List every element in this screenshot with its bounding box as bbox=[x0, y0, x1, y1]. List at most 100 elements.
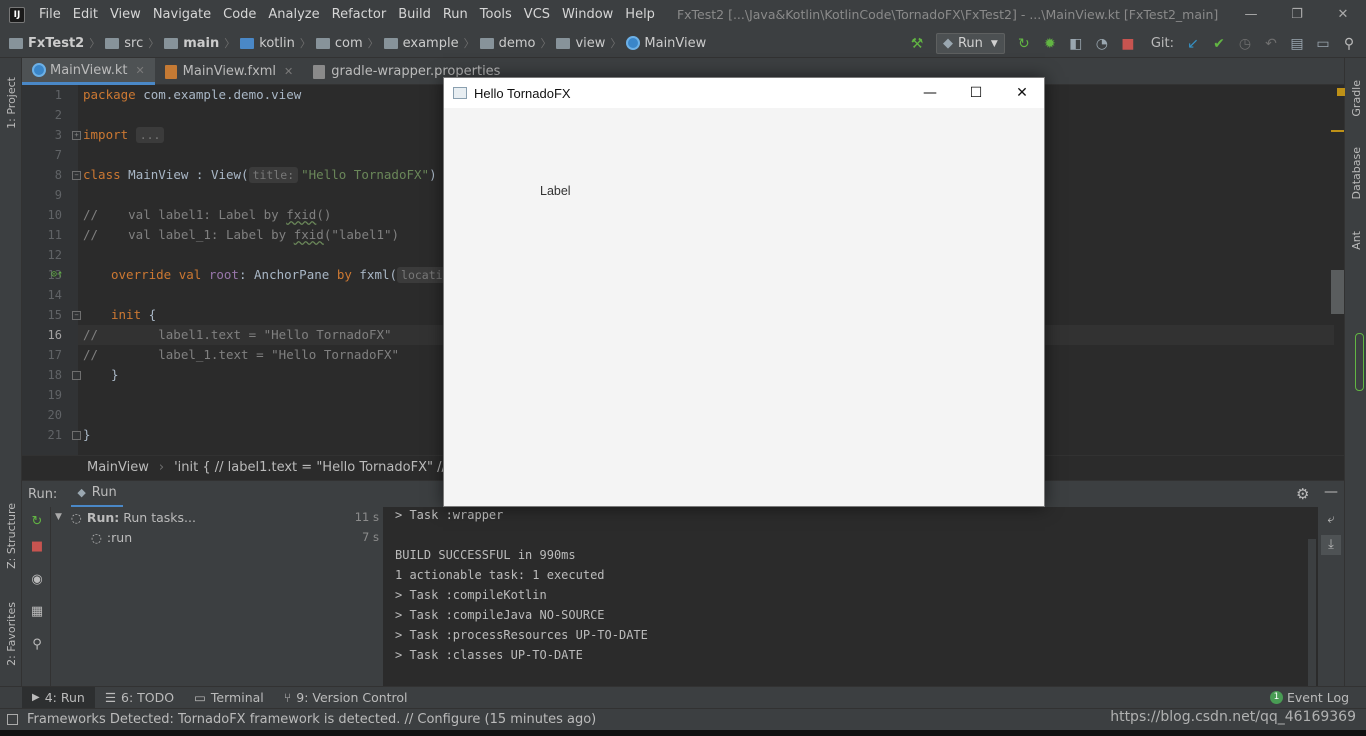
search-everywhere-icon[interactable]: ⚲ bbox=[1338, 33, 1360, 55]
override-marker-icon[interactable]: ⊙↑ bbox=[51, 269, 63, 280]
project-tool-tab[interactable]: 1: Project bbox=[0, 64, 22, 142]
bottom-tab-run[interactable]: ▶ 4: Run bbox=[22, 686, 95, 709]
ide-minimize-button[interactable]: — bbox=[1228, 0, 1274, 29]
folded-imports[interactable]: ... bbox=[135, 127, 165, 143]
bottom-tab-label: Event Log bbox=[1287, 690, 1350, 705]
crumb-com[interactable]: com bbox=[315, 35, 363, 51]
tree-row-run-tasks[interactable]: ▼ ◌ Run: Run tasks... 11 s bbox=[51, 507, 384, 527]
source-folder-icon bbox=[240, 37, 255, 49]
crumb-src[interactable]: src bbox=[105, 36, 143, 51]
bottom-tab-terminal[interactable]: ▭ Terminal bbox=[184, 687, 274, 709]
javafx-app-window[interactable]: Hello TornadoFX — ☐ ✕ Label bbox=[443, 77, 1045, 507]
bottom-tab-version-control[interactable]: ⑂ 9: Version Control bbox=[274, 687, 418, 709]
hide-panel-icon[interactable]: — bbox=[1324, 484, 1338, 500]
crumb-kotlin[interactable]: kotlin bbox=[240, 36, 295, 51]
crumb-label: com bbox=[334, 35, 363, 51]
git-history-icon[interactable]: ◷ bbox=[1234, 33, 1256, 55]
profiler-icon[interactable]: ◔ bbox=[1091, 33, 1113, 55]
menu-code[interactable]: Code bbox=[217, 0, 262, 29]
git-update-icon[interactable]: ↙ bbox=[1182, 33, 1204, 55]
expand-arrow-icon[interactable]: ▼ bbox=[55, 512, 62, 522]
ide-maximize-button[interactable]: ❐ bbox=[1274, 0, 1320, 29]
gradle-tool-tab[interactable]: Gradle bbox=[1345, 68, 1366, 128]
close-icon[interactable]: ✕ bbox=[135, 64, 144, 77]
toggle-tool-windows-icon[interactable] bbox=[7, 714, 18, 725]
code-keyword: init bbox=[111, 307, 142, 322]
crumb-demo[interactable]: demo bbox=[479, 36, 535, 51]
menu-help[interactable]: Help bbox=[619, 0, 661, 29]
crumb-view[interactable]: view bbox=[556, 36, 605, 51]
breadcrumb-member[interactable]: 'init { // label1.text = "Hello TornadoF… bbox=[174, 460, 481, 475]
crumb-example[interactable]: example bbox=[383, 36, 459, 51]
git-rollback-icon[interactable]: ↶ bbox=[1260, 33, 1282, 55]
menu-tools[interactable]: Tools bbox=[474, 0, 518, 29]
favorites-tool-tab[interactable]: 2: Favorites bbox=[0, 592, 22, 676]
settings-gear-icon[interactable]: ⚙ bbox=[1296, 485, 1309, 503]
eye-icon[interactable]: ◉ bbox=[28, 570, 46, 588]
structure-tool-tab[interactable]: Z: Structure bbox=[0, 494, 22, 578]
bottom-tab-todo[interactable]: ☰ 6: TODO bbox=[95, 687, 184, 709]
tab-label: MainView.kt bbox=[50, 62, 128, 78]
coverage-icon[interactable]: ◧ bbox=[1065, 33, 1087, 55]
tab-mainview-fxml[interactable]: MainView.fxml ✕ bbox=[155, 58, 304, 85]
menu-window[interactable]: Window bbox=[556, 0, 619, 29]
menu-view[interactable]: View bbox=[104, 0, 147, 29]
folder-icon bbox=[9, 37, 23, 49]
ant-tool-tab[interactable]: Ant bbox=[1345, 220, 1366, 260]
run-task-tree: ▼ ◌ Run: Run tasks... 11 s ◌ :run 7 s bbox=[51, 507, 384, 686]
stop-icon[interactable]: ■ bbox=[1117, 33, 1139, 55]
menu-run[interactable]: Run bbox=[437, 0, 474, 29]
crumb-label: MainView bbox=[644, 35, 707, 51]
menu-navigate[interactable]: Navigate bbox=[147, 0, 217, 29]
line-number: 20 bbox=[47, 408, 62, 422]
rerun-icon[interactable]: ↻ bbox=[28, 512, 46, 530]
crumb-project[interactable]: FxTest2 bbox=[9, 36, 84, 51]
pin-icon[interactable]: ⚲ bbox=[28, 635, 46, 653]
console-line: > Task :compileKotlin bbox=[395, 588, 547, 602]
fx-maximize-button[interactable]: ☐ bbox=[953, 78, 999, 108]
run-tab[interactable]: ◆ Run bbox=[71, 481, 123, 508]
layout-icon[interactable]: ▦ bbox=[28, 602, 46, 620]
tree-row-run[interactable]: ◌ :run 7 s bbox=[51, 527, 384, 547]
menu-build[interactable]: Build bbox=[392, 0, 437, 29]
fx-title-bar[interactable]: Hello TornadoFX — ☐ ✕ bbox=[444, 78, 1044, 108]
console-scrollbar[interactable] bbox=[1308, 539, 1316, 686]
warning-marker[interactable] bbox=[1337, 88, 1345, 96]
fx-close-button[interactable]: ✕ bbox=[999, 78, 1045, 108]
bottom-tab-event-log[interactable]: 1 Event Log bbox=[1260, 687, 1359, 709]
rerun-icon[interactable]: ↻ bbox=[1013, 33, 1035, 55]
fx-minimize-button[interactable]: — bbox=[907, 78, 953, 108]
memory-indicator[interactable] bbox=[1355, 333, 1364, 391]
presentation-icon[interactable]: ▭ bbox=[1312, 33, 1334, 55]
editor-scrollbar[interactable] bbox=[1331, 85, 1345, 383]
console-toolbar: ⤶ ⤓ bbox=[1318, 507, 1344, 686]
soft-wrap-icon[interactable]: ⤶ bbox=[1322, 512, 1340, 530]
debug-bug-icon[interactable]: ✹ bbox=[1039, 33, 1061, 55]
line-number: 15 bbox=[47, 308, 62, 322]
git-commit-icon[interactable]: ✔ bbox=[1208, 33, 1230, 55]
menu-analyze[interactable]: Analyze bbox=[262, 0, 325, 29]
scroll-thumb[interactable] bbox=[1331, 270, 1344, 314]
close-icon[interactable]: ✕ bbox=[284, 65, 293, 78]
menu-refactor[interactable]: Refactor bbox=[326, 0, 393, 29]
crumb-mainview[interactable]: MainView bbox=[626, 36, 706, 51]
menu-vcs[interactable]: VCS bbox=[518, 0, 556, 29]
tab-mainview-kt[interactable]: MainView.kt ✕ bbox=[22, 58, 155, 85]
run-configuration-select[interactable]: ◆ Run ▼ bbox=[935, 33, 1005, 54]
crumb-main[interactable]: main bbox=[164, 36, 219, 51]
build-hammer-icon[interactable]: ⚒ bbox=[906, 33, 928, 55]
menu-edit[interactable]: Edit bbox=[67, 0, 104, 29]
ide-close-button[interactable]: ✕ bbox=[1320, 0, 1366, 29]
status-message[interactable]: Frameworks Detected: TornadoFX framework… bbox=[27, 712, 596, 727]
scroll-to-end-icon[interactable]: ⤓ bbox=[1321, 535, 1341, 555]
menu-file[interactable]: File bbox=[33, 0, 67, 29]
run-console[interactable]: > Task :wrapper BUILD SUCCESSFUL in 990m… bbox=[384, 507, 1318, 686]
stop-icon[interactable]: ■ bbox=[28, 537, 46, 555]
bottom-tab-label: 6: TODO bbox=[121, 690, 175, 705]
line-number: 9 bbox=[54, 188, 62, 202]
crumb-label: view bbox=[575, 35, 606, 51]
project-structure-icon[interactable]: ▤ bbox=[1286, 33, 1308, 55]
database-tool-tab[interactable]: Database bbox=[1345, 138, 1366, 208]
breadcrumb-class[interactable]: MainView bbox=[87, 460, 149, 475]
inspection-marker[interactable] bbox=[1331, 130, 1344, 132]
